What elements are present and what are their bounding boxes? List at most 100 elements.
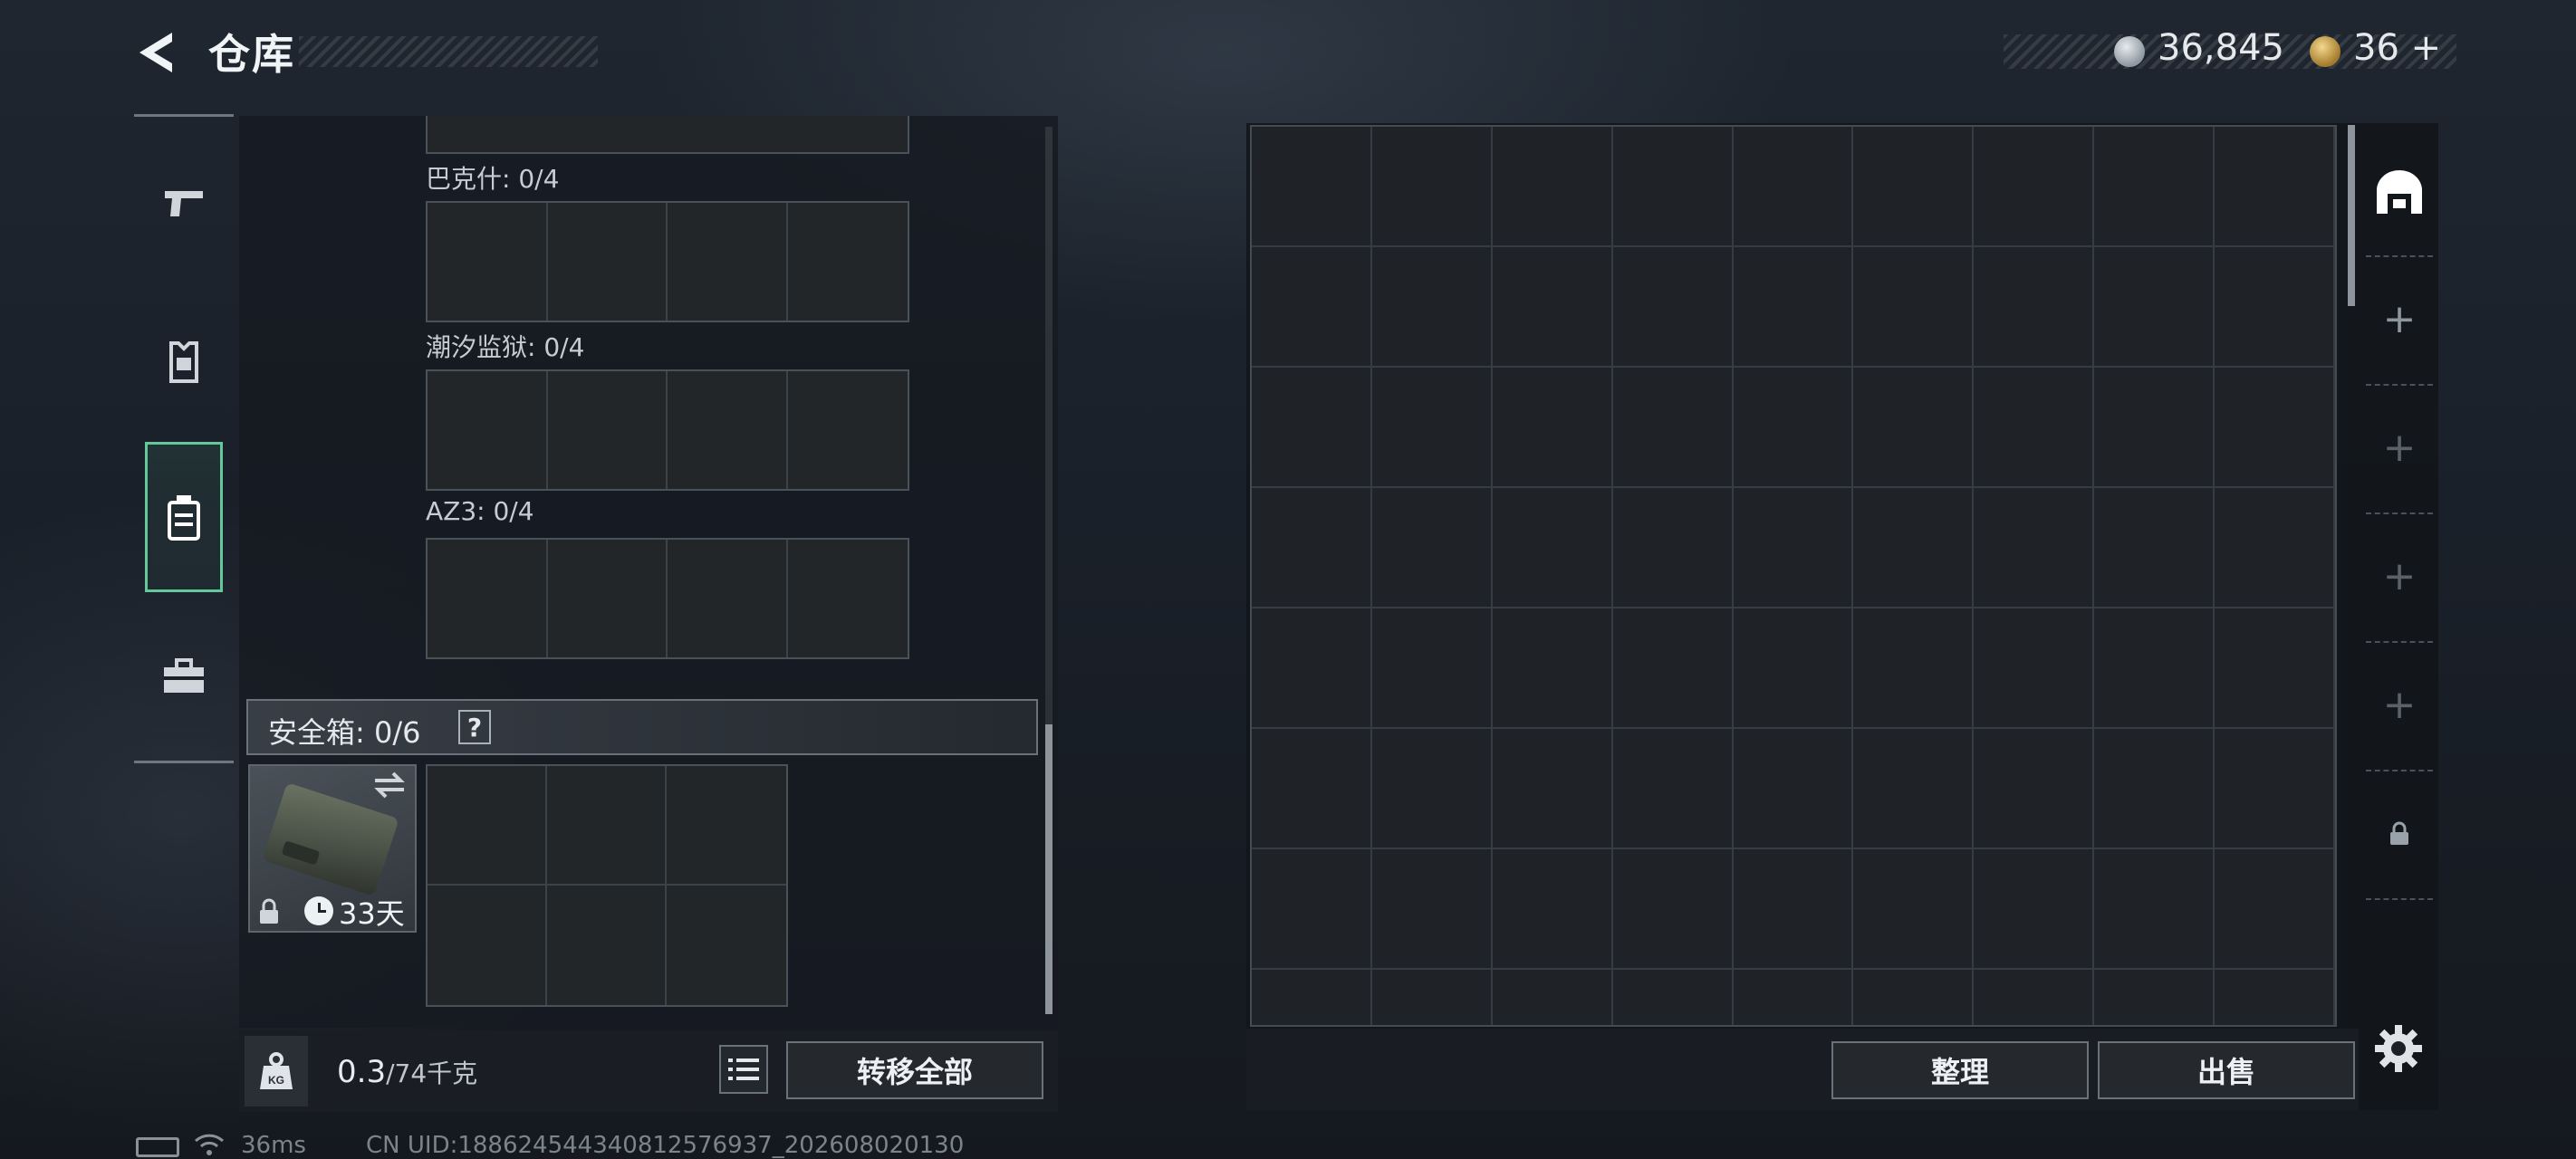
storage-cell[interactable] [1974,247,2095,368]
storage-cell[interactable] [1252,970,1372,1025]
storage-cell[interactable] [1371,127,1493,247]
sort-button[interactable]: 整理 [1831,1041,2089,1099]
storage-cell[interactable] [2094,608,2216,729]
storage-cell[interactable] [1733,970,1854,1025]
add-currency-button[interactable]: + [2411,27,2442,69]
slot-cell[interactable] [547,766,667,886]
storage-cell[interactable] [2215,970,2335,1025]
storage-cell[interactable] [2215,247,2335,368]
slot-cell[interactable] [428,766,547,886]
slot-cell[interactable] [787,203,908,321]
storage-cell[interactable] [1733,127,1854,247]
storage-cell[interactable] [1371,729,1493,849]
storage-cell[interactable] [1252,247,1372,368]
gear-icon[interactable] [2373,1023,2424,1074]
storage-cell[interactable] [1492,488,1613,608]
safe-box-grid[interactable] [426,764,788,1007]
storage-cell[interactable] [2094,127,2216,247]
container-grid-tidal-prison[interactable] [426,369,909,491]
storage-cell[interactable] [2094,970,2216,1025]
slot-cell[interactable] [428,886,547,1005]
storage-cell[interactable] [1612,729,1734,849]
storage-cell[interactable] [1252,729,1372,849]
storage-cell[interactable] [2094,488,2216,608]
nav-tab-backpack[interactable] [134,449,234,585]
slot-cell[interactable] [547,371,668,489]
storage-cell[interactable] [1733,488,1854,608]
storage-cell[interactable] [1492,849,1613,970]
storage-cell[interactable] [2094,247,2216,368]
storage-cell[interactable] [1853,247,1975,368]
storage-cell[interactable] [1492,970,1613,1025]
storage-cell[interactable] [1853,608,1975,729]
storage-cell[interactable] [2215,729,2335,849]
storage-scrollbar-thumb[interactable] [2348,125,2355,306]
back-arrow-icon[interactable] [132,27,179,78]
gold-currency-display[interactable]: 36 + [2353,27,2441,69]
storage-cell[interactable] [1974,488,2095,608]
storage-cell[interactable] [1974,368,2095,488]
storage-cell[interactable] [1612,849,1734,970]
storage-cell[interactable] [1371,608,1493,729]
storage-cell[interactable] [1853,970,1975,1025]
slot-cell[interactable] [668,203,788,321]
storage-cell[interactable] [1733,608,1854,729]
safe-box-help-button[interactable]: ? [458,710,491,744]
storage-cell[interactable] [2094,849,2216,970]
slot-cell[interactable] [668,540,788,657]
storage-cell[interactable] [1252,488,1372,608]
storage-cell[interactable] [1853,368,1975,488]
storage-tab-locked[interactable] [2360,770,2438,898]
storage-cell[interactable] [1974,729,2095,849]
storage-cell[interactable] [1371,247,1493,368]
slot-cell[interactable] [428,203,548,321]
storage-cell[interactable] [1252,608,1372,729]
storage-cell[interactable] [1371,849,1493,970]
storage-cell[interactable] [1974,849,2095,970]
slot-cell[interactable] [787,540,908,657]
storage-cell[interactable] [1492,247,1613,368]
storage-tab-add-1[interactable]: + [2360,255,2438,384]
storage-cell[interactable] [2094,729,2216,849]
storage-cell[interactable] [2215,608,2335,729]
slot-cell[interactable] [547,886,667,1005]
sell-button[interactable]: 出售 [2098,1041,2355,1099]
slot-cell[interactable] [547,540,668,657]
storage-cell[interactable] [1492,608,1613,729]
storage-cell[interactable] [1853,488,1975,608]
storage-cell[interactable] [1974,970,2095,1025]
storage-cell[interactable] [1612,247,1734,368]
storage-cell[interactable] [1612,970,1734,1025]
storage-cell[interactable] [2215,368,2335,488]
storage-cell[interactable] [1252,849,1372,970]
storage-cell[interactable] [1492,729,1613,849]
storage-cell[interactable] [2215,849,2335,970]
storage-tab-add-4[interactable]: + [2360,641,2438,770]
storage-cell[interactable] [1733,729,1854,849]
slot-cell[interactable] [428,371,548,489]
storage-cell[interactable] [1492,127,1613,247]
nav-tab-armor[interactable] [134,294,234,430]
storage-cell[interactable] [1371,488,1493,608]
storage-cell[interactable] [2215,488,2335,608]
storage-cell[interactable] [1612,127,1734,247]
storage-cell[interactable] [1733,849,1854,970]
storage-cell[interactable] [1371,970,1493,1025]
storage-cell[interactable] [1371,368,1493,488]
slot-cell[interactable] [668,371,788,489]
slot-cell[interactable] [667,886,786,1005]
storage-cell[interactable] [1612,368,1734,488]
storage-cell[interactable] [1733,368,1854,488]
storage-cell[interactable] [2094,368,2216,488]
storage-cell[interactable] [1974,127,2095,247]
transfer-all-button[interactable]: 转移全部 [786,1041,1043,1099]
storage-cell[interactable] [1733,247,1854,368]
storage-cell[interactable] [1252,127,1372,247]
slot-cell[interactable] [787,371,908,489]
swap-icon[interactable] [371,770,408,800]
slot-cell[interactable] [547,203,668,321]
slot-cell[interactable] [428,540,548,657]
storage-grid[interactable] [1250,125,2337,1027]
storage-cell[interactable] [1974,608,2095,729]
storage-cell[interactable] [1252,368,1372,488]
